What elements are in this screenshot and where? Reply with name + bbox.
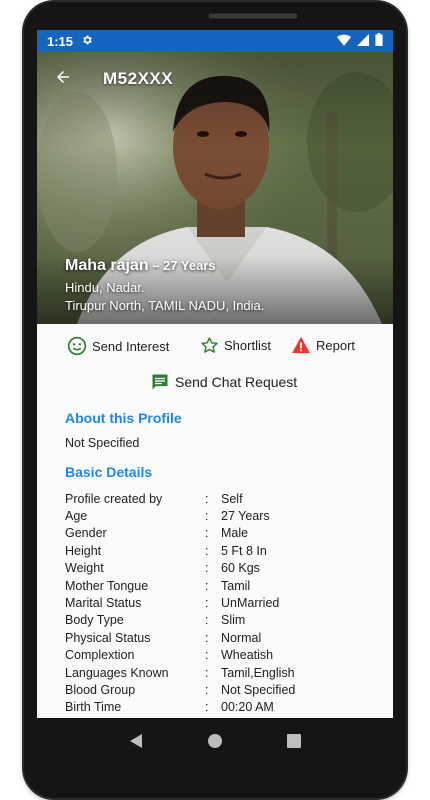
chat-icon — [150, 372, 170, 392]
detail-row: Birth Time:00:20 AM — [65, 699, 385, 716]
profile-age: – 27 Years — [148, 258, 216, 273]
detail-label: Birth Time — [65, 700, 122, 715]
basic-details-title: Basic Details — [65, 464, 153, 480]
report-label: Report — [316, 337, 356, 353]
shortlist-label: Shortlist — [224, 338, 271, 353]
detail-row: Age:27 Years — [65, 507, 385, 524]
detail-value: Tamil — [221, 578, 251, 593]
detail-row: Body Type: Slim — [65, 612, 385, 629]
detail-label: Marital Status — [65, 596, 142, 611]
action-row: Send Interest Shortlist Report — [37, 336, 393, 358]
detail-row: Physical Status: Normal — [65, 629, 385, 646]
detail-row: Weight:60 Kgs — [65, 560, 385, 577]
profile-summary: Maha rajan – 27 Years Hindu, Nadar. Tiru… — [65, 257, 264, 316]
speaker-grille — [208, 13, 298, 19]
profile-actions: Send Interest Shortlist Report Send Chat… — [37, 324, 393, 404]
detail-value: 5 Ft 8 In — [221, 543, 267, 558]
detail-separator: : — [205, 700, 209, 715]
detail-separator: : — [205, 665, 209, 680]
detail-row: Mother Tongue: Tamil — [65, 577, 385, 594]
navigation-bar — [37, 718, 393, 763]
smiley-icon — [67, 336, 87, 356]
detail-row: Profile created by: Self — [65, 490, 385, 507]
detail-separator: : — [205, 630, 209, 645]
detail-label: Blood Group — [65, 682, 136, 697]
about-section-title: About this Profile — [65, 410, 182, 426]
detail-label: Profile created by — [65, 491, 163, 506]
detail-label: Gender — [65, 526, 107, 541]
detail-row: Languages Known: Tamil,English — [65, 664, 385, 681]
detail-value: Not Specified — [221, 682, 296, 697]
detail-separator: : — [205, 682, 209, 697]
detail-value: Tamil,English — [221, 665, 295, 680]
profile-location: Tirupur North, TAMIL NADU, India. — [65, 298, 265, 313]
star-outline-icon — [200, 336, 219, 355]
detail-label: Age — [65, 509, 88, 524]
detail-value: Normal — [221, 630, 262, 645]
detail-value: 27 Years — [221, 509, 270, 524]
basic-details-list: Profile created by: Self Age:27 Years Gende… — [65, 490, 385, 716]
wifi-icon — [337, 34, 351, 49]
status-bar: 1:15 — [37, 30, 393, 52]
warning-icon — [291, 336, 311, 354]
profile-name-line: Maha rajan – 27 Years — [65, 257, 264, 275]
status-time: 1:15 — [47, 33, 74, 49]
detail-value: Wheatish — [221, 648, 274, 663]
profile-id-title: M52XXX — [103, 69, 174, 88]
back-button[interactable] — [43, 64, 83, 94]
detail-label: Body Type — [65, 613, 124, 628]
arrow-back-icon — [54, 68, 72, 91]
recents-square-icon[interactable] — [287, 733, 301, 748]
detail-separator: : — [205, 613, 209, 628]
detail-value: Self — [221, 491, 243, 506]
send-chat-request-button[interactable]: Send Chat Request — [150, 372, 297, 392]
shortlist-button[interactable]: Shortlist — [200, 336, 271, 355]
profile-details: About this Profile Not Specified Basic D… — [65, 410, 385, 716]
detail-separator: : — [205, 596, 209, 611]
signal-icon — [357, 33, 369, 49]
detail-row: Gender: Male — [65, 525, 385, 542]
detail-value: Slim — [221, 613, 246, 628]
send-interest-label: Send Interest — [92, 338, 170, 354]
detail-label: Complextion — [65, 648, 135, 663]
send-chat-request-label: Send Chat Request — [175, 374, 298, 390]
profile-name: Maha rajan — [65, 257, 149, 274]
detail-row: Height:5 Ft 8 In — [65, 542, 385, 559]
detail-separator: : — [205, 648, 209, 663]
send-interest-button[interactable]: Send Interest — [67, 336, 169, 356]
detail-value: UnMarried — [221, 596, 280, 611]
detail-label: Weight — [65, 561, 104, 576]
detail-separator: : — [205, 491, 209, 506]
detail-row: Marital Status: UnMarried — [65, 594, 385, 611]
detail-value: 60 Kgs — [221, 561, 260, 576]
report-button[interactable]: Report — [291, 336, 355, 354]
detail-label: Height — [65, 543, 102, 558]
about-text: Not Specified — [65, 436, 140, 450]
detail-value: Male — [221, 526, 249, 541]
profile-religion-caste: Hindu, Nadar. — [65, 280, 145, 295]
detail-label: Mother Tongue — [65, 578, 149, 593]
detail-separator: : — [205, 509, 209, 524]
back-triangle-icon[interactable] — [129, 733, 143, 749]
detail-separator: : — [205, 543, 209, 558]
detail-separator: : — [205, 578, 209, 593]
settings-icon — [81, 34, 93, 49]
detail-label: Languages Known — [65, 665, 169, 680]
app-screen: 1:15 M52XXX Maha rajan – 27 Years Hindu,… — [37, 30, 393, 718]
detail-row: Blood Group: Not Specified — [65, 681, 385, 698]
profile-photo[interactable]: M52XXX Maha rajan – 27 Years Hindu, Nada… — [37, 52, 393, 324]
home-circle-icon[interactable] — [207, 733, 223, 749]
app-bar: M52XXX — [37, 64, 393, 94]
detail-value: 00:20 AM — [221, 700, 274, 715]
battery-icon — [375, 33, 383, 49]
detail-separator: : — [205, 561, 209, 576]
detail-label: Physical Status — [65, 630, 151, 645]
detail-separator: : — [205, 526, 209, 541]
detail-row: Complextion: Wheatish — [65, 647, 385, 664]
